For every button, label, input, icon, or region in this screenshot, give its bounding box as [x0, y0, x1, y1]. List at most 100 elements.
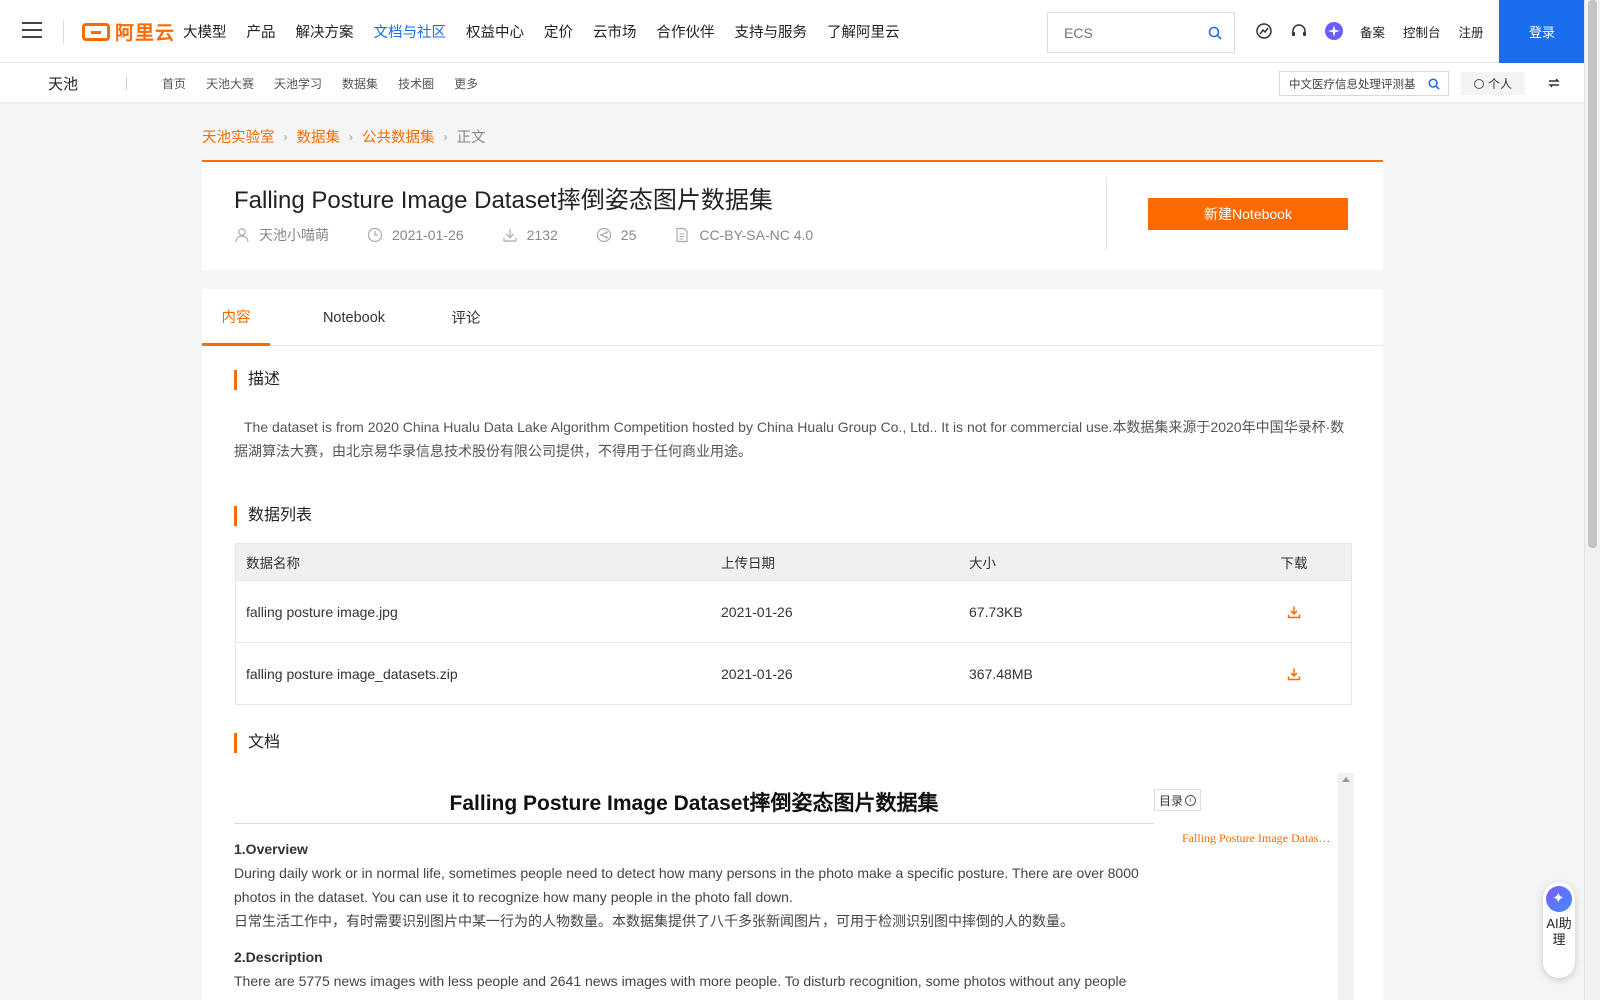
page-scrollbar[interactable] [1584, 0, 1600, 1000]
table-row: falling posture image.jpg 2021-01-26 67.… [236, 580, 1351, 642]
swap-icon[interactable] [1548, 77, 1560, 89]
tianchi-subnav: 天池 首页 天池大赛 天池学习 数据集 技术圈 更多 个人 [0, 63, 1584, 103]
breadcrumb-public-datasets[interactable]: 公共数据集 [362, 126, 435, 147]
subnav-item-more[interactable]: 更多 [454, 75, 478, 92]
tianchi-brand[interactable]: 天池 [48, 73, 78, 94]
nav-item-benefits[interactable]: 权益中心 [466, 21, 524, 42]
console-link[interactable]: 控制台 [1403, 22, 1441, 41]
file-name: falling posture image_datasets.zip [246, 665, 458, 682]
subnav-item-learning[interactable]: 天池学习 [274, 75, 322, 92]
tab-notebook[interactable]: Notebook [310, 289, 398, 346]
subnav-item-datasets[interactable]: 数据集 [342, 75, 378, 92]
headset-icon[interactable] [1290, 22, 1308, 40]
aliyun-logo[interactable]: 阿里云 [82, 18, 175, 45]
dataset-content-card: 内容 Notebook 评论 描述 The dataset is from 20… [202, 289, 1383, 1000]
breadcrumb-tianchi-lab[interactable]: 天池实验室 [202, 126, 275, 147]
personal-button[interactable]: 个人 [1461, 72, 1525, 95]
ai-sparkle-icon[interactable] [1325, 22, 1343, 40]
document-title: Falling Posture Image Dataset摔倒姿态图片数据集 [234, 787, 1154, 824]
subnav-item-home[interactable]: 首页 [162, 75, 186, 92]
nav-item-solutions[interactable]: 解决方案 [296, 21, 354, 42]
meta-author: 天池小喵萌 [234, 225, 329, 245]
aliyun-logo-mark [82, 22, 110, 41]
file-upload-date: 2021-01-26 [721, 665, 793, 682]
table-row: falling posture image_datasets.zip 2021-… [236, 642, 1351, 704]
top-search-input[interactable] [1048, 13, 1198, 52]
toc-toggle-button[interactable]: 目录 ‹ [1154, 789, 1202, 811]
top-links: 备案 控制台 注册 [1360, 0, 1502, 63]
tab-comments[interactable]: 评论 [442, 289, 490, 346]
overview-text-en: During daily work or in normal life, som… [234, 865, 1139, 905]
download-icon[interactable] [1287, 667, 1301, 681]
register-link[interactable]: 注册 [1459, 22, 1484, 41]
data-file-table: 数据名称 上传日期 大小 下载 falling posture image.jp… [235, 543, 1352, 705]
document-viewer: Falling Posture Image Dataset摔倒姿态图片数据集 1… [234, 773, 1354, 1000]
meta-shares: 25 [596, 227, 636, 243]
user-icon [235, 228, 249, 243]
description-heading: 2.Description [234, 949, 323, 965]
search-icon[interactable] [1428, 78, 1440, 90]
toc-item[interactable]: Falling Posture Image Dataset摔倒姿态图片数据集 [1182, 829, 1332, 846]
document-scrollbar[interactable] [1338, 773, 1354, 1000]
page-title: Falling Posture Image Dataset摔倒姿态图片数据集 [234, 187, 773, 214]
toc-label: 目录 [1159, 793, 1184, 808]
nav-item-products[interactable]: 产品 [247, 21, 276, 42]
scrollbar-thumb[interactable] [1588, 0, 1597, 548]
file-upload-date: 2021-01-26 [721, 603, 793, 620]
personal-label: 个人 [1487, 77, 1512, 91]
subnav-search-input[interactable] [1280, 72, 1420, 95]
file-size: 367.48MB [969, 665, 1033, 682]
new-notebook-button[interactable]: 新建Notebook [1148, 198, 1348, 230]
ai-assistant-label: AI助理 [1546, 916, 1572, 947]
download-icon[interactable] [1287, 605, 1301, 619]
search-icon[interactable] [1208, 26, 1222, 40]
breadcrumb-current: 正文 [456, 130, 486, 146]
chevron-right-icon: › [443, 129, 448, 144]
breadcrumb-datasets[interactable]: 数据集 [297, 126, 341, 147]
aliyun-logo-text: 阿里云 [115, 23, 176, 44]
top-icon-group [1255, 22, 1360, 40]
main-navigation: 大模型 产品 解决方案 文档与社区 权益中心 定价 云市场 合作伙伴 支持与服务… [183, 0, 920, 63]
divider [1106, 178, 1107, 250]
divider [126, 77, 127, 90]
column-header-name: 数据名称 [246, 556, 300, 571]
document-icon [676, 227, 688, 243]
nav-item-partners[interactable]: 合作伙伴 [657, 21, 715, 42]
dataset-description: The dataset is from 2020 China Hualu Dat… [234, 419, 1345, 459]
file-name: falling posture image.jpg [246, 603, 398, 620]
meta-downloads: 2132 [502, 227, 558, 243]
tab-content[interactable]: 内容 [202, 289, 270, 346]
subnav-item-competitions[interactable]: 天池大赛 [206, 75, 254, 92]
ai-assistant-button[interactable]: AI助理 [1543, 882, 1575, 978]
dashboard-icon[interactable] [1255, 22, 1273, 40]
column-header-download: 下载 [1280, 556, 1308, 571]
dataset-meta: 天池小喵萌 2021-01-26 2132 25 CC-BY-SA-NC 4.0 [234, 225, 851, 245]
nav-item-pricing[interactable]: 定价 [544, 21, 573, 42]
login-button[interactable]: 登录 [1499, 0, 1585, 63]
docs-section-title: 文档 [234, 733, 280, 753]
nav-item-docs-community[interactable]: 文档与社区 [374, 21, 447, 42]
author-name[interactable]: 天池小喵萌 [259, 225, 329, 245]
filing-link[interactable]: 备案 [1360, 22, 1385, 41]
chevron-right-icon: › [283, 129, 288, 144]
nav-item-about[interactable]: 了解阿里云 [827, 21, 900, 42]
top-navigation-bar: 阿里云 大模型 产品 解决方案 文档与社区 权益中心 定价 云市场 合作伙伴 支… [0, 0, 1585, 63]
collapse-icon: ‹ [1185, 794, 1197, 806]
subnav-item-tech-circle[interactable]: 技术圈 [398, 75, 434, 92]
scroll-up-icon[interactable] [1342, 777, 1350, 782]
document-body: 1.Overview During daily work or in norma… [234, 837, 1154, 993]
download-cell [1249, 605, 1339, 619]
data-list-section-title: 数据列表 [234, 506, 312, 526]
nav-item-llm[interactable]: 大模型 [183, 21, 227, 42]
nav-item-support[interactable]: 支持与服务 [735, 21, 808, 42]
subnav-search-box [1279, 71, 1449, 96]
nav-item-marketplace[interactable]: 云市场 [593, 21, 637, 42]
dataset-header-card: Falling Posture Image Dataset摔倒姿态图片数据集 天… [202, 160, 1383, 270]
share-icon [596, 227, 611, 243]
menu-icon[interactable] [22, 22, 42, 40]
chevron-right-icon: › [349, 129, 353, 144]
license: CC-BY-SA-NC 4.0 [699, 227, 814, 243]
upload-date: 2021-01-26 [392, 227, 464, 243]
user-icon [1473, 78, 1484, 89]
overview-heading: 1.Overview [234, 841, 308, 857]
